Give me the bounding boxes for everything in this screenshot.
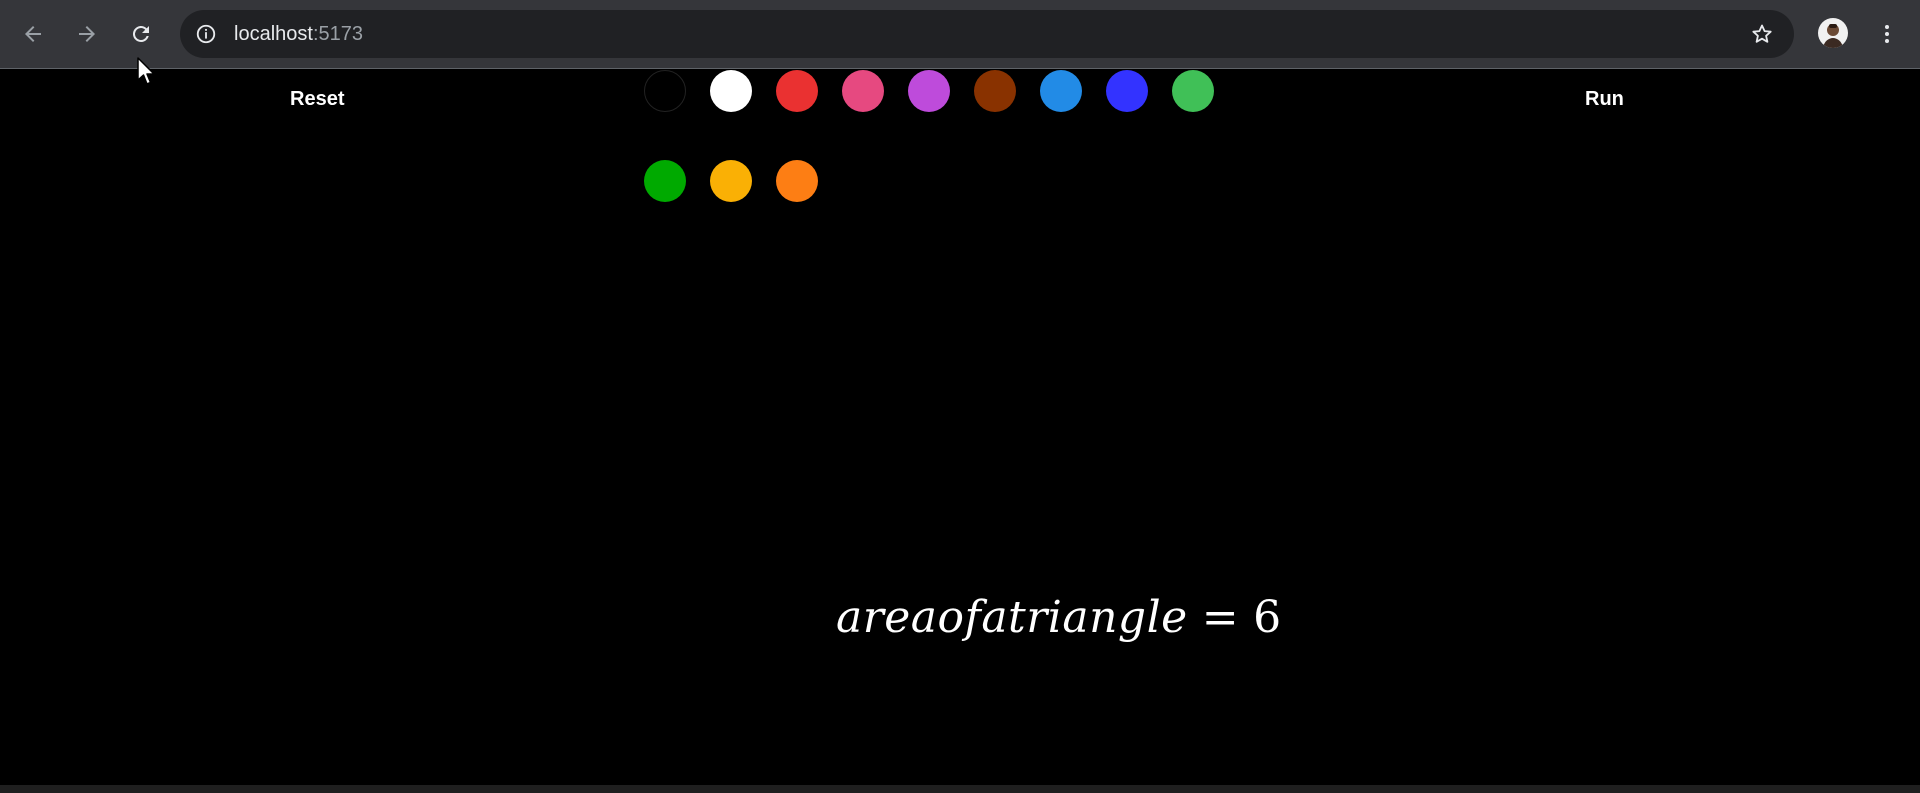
color-swatch[interactable] <box>974 70 1016 112</box>
mouse-cursor-icon <box>137 57 155 85</box>
address-bar[interactable]: localhost:5173 <box>180 10 1794 58</box>
color-swatch[interactable] <box>1106 70 1148 112</box>
formula-result: 6 <box>1253 592 1282 643</box>
color-swatch[interactable] <box>710 160 752 202</box>
drawing-canvas[interactable]: Reset Run areaofatriangle = 6 <box>0 70 1920 785</box>
formula-text: areaofatriangle <box>836 592 1188 643</box>
forward-button[interactable] <box>70 17 104 51</box>
color-palette <box>644 70 1324 202</box>
info-icon[interactable] <box>194 22 218 46</box>
bottom-strip <box>0 785 1920 793</box>
formula-equals: = <box>1201 592 1240 643</box>
run-button[interactable]: Run <box>1585 88 1624 111</box>
kebab-menu-icon[interactable] <box>1872 17 1902 51</box>
color-swatch[interactable] <box>842 70 884 112</box>
arrow-right-icon <box>79 26 95 42</box>
url-port: :5173 <box>312 22 363 45</box>
color-swatch[interactable] <box>644 160 686 202</box>
color-swatch[interactable] <box>1040 70 1082 112</box>
reload-button[interactable] <box>124 17 158 51</box>
result-formula: areaofatriangle = 6 <box>836 592 1282 643</box>
avatar[interactable] <box>1818 18 1848 48</box>
browser-toolbar: localhost:5173 <box>0 0 1920 69</box>
url-host: localhost <box>234 22 313 45</box>
color-swatch[interactable] <box>908 70 950 112</box>
star-icon[interactable] <box>1750 22 1774 46</box>
color-swatch[interactable] <box>710 70 752 112</box>
back-button[interactable] <box>16 17 50 51</box>
url-text: localhost:5173 <box>234 23 363 46</box>
arrow-left-icon <box>25 26 41 42</box>
reset-button[interactable]: Reset <box>290 88 344 111</box>
color-swatch[interactable] <box>776 70 818 112</box>
color-swatch[interactable] <box>644 70 686 112</box>
color-swatch[interactable] <box>1172 70 1214 112</box>
color-swatch[interactable] <box>776 160 818 202</box>
reload-icon <box>132 25 149 42</box>
